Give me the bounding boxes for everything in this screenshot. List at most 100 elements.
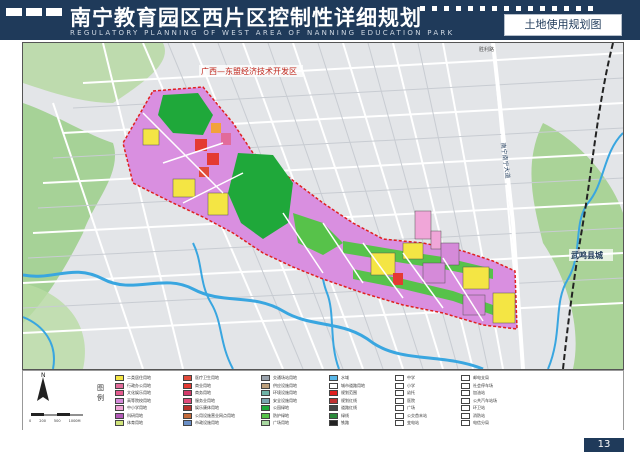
residential-7 xyxy=(142,128,160,146)
page-subtitle: REGULATORY PLANNING OF WEST AREA OF NANN… xyxy=(70,29,455,37)
legend-label: 防护绿地 xyxy=(273,412,289,418)
legend-label: 商业用地 xyxy=(195,382,211,388)
header-bar: 南宁教育园区西片区控制性详细规划 REGULATORY PLANNING OF … xyxy=(0,0,640,40)
medical-1 xyxy=(199,167,209,177)
legend-swatch xyxy=(461,420,470,426)
corner-road-label: 胜利路 xyxy=(479,46,494,53)
legend-item: 中学 xyxy=(395,375,415,381)
legend-item: 文化娱乐用地 xyxy=(115,390,151,396)
header-dots xyxy=(420,6,593,11)
legend-label: 变电站 xyxy=(407,420,419,425)
legend-item: 环境设施用地 xyxy=(261,390,297,396)
college-block-3 xyxy=(462,294,486,316)
residential-5 xyxy=(462,266,490,290)
map-frame: 广西—东盟经济技术开发区 武鸣县城 南宁南宁大道 胜利路 xyxy=(22,42,624,370)
legend-label: 加油站 xyxy=(473,390,485,395)
residential-6 xyxy=(492,292,516,324)
legend-label: 规划范围 xyxy=(341,390,357,395)
legend-label: 娱乐康体用地 xyxy=(195,405,219,410)
legend-label: 安全设施用地 xyxy=(273,397,297,403)
legend-swatch xyxy=(461,390,470,396)
legend-label: 环境设施用地 xyxy=(273,390,297,395)
legend-item: 社会停车场 xyxy=(461,382,493,389)
legend-item: 电信分局 xyxy=(461,420,489,426)
legend-swatch xyxy=(329,397,338,404)
legend-swatch xyxy=(395,375,404,381)
legend-label: 公共汽车站场 xyxy=(473,397,497,403)
legend-label: 绿线 xyxy=(341,412,349,418)
legend-swatch xyxy=(261,390,270,396)
commercial-2 xyxy=(207,153,219,165)
legend-swatch xyxy=(183,375,192,381)
legend-item: 安全设施用地 xyxy=(261,397,297,404)
legend-item: 邮电支局 xyxy=(461,375,489,381)
college-block-1 xyxy=(440,242,460,266)
legend-label: 二类居住用地 xyxy=(127,375,151,380)
legend-item: 医院 xyxy=(395,397,415,404)
legend-label: 小学 xyxy=(407,382,415,388)
legend-item: 道路红线 xyxy=(329,405,357,411)
legend-swatch xyxy=(461,375,470,381)
legend-label: 公用设施营业网点用地 xyxy=(195,412,235,418)
legend-swatch xyxy=(395,420,404,426)
legend-swatch xyxy=(115,405,124,411)
header-decoration xyxy=(6,8,62,16)
legend-swatch xyxy=(329,420,338,426)
legend-item: 环卫站 xyxy=(461,405,485,411)
legend-label: 供应设施用地 xyxy=(273,382,297,388)
wuming-label: 武鸣县城 xyxy=(571,250,603,260)
legend-item: 商业用地 xyxy=(183,382,211,389)
legend-label: 消防站 xyxy=(473,412,485,418)
legend-item: 娱乐康体用地 xyxy=(183,405,219,411)
legend-swatch xyxy=(115,412,124,419)
legend-swatch xyxy=(395,390,404,396)
legend-label: 文化娱乐用地 xyxy=(127,390,151,395)
legend-swatch xyxy=(329,405,338,411)
legend-label: 环卫站 xyxy=(473,405,485,410)
legend-swatch xyxy=(183,412,192,419)
legend-item: 绿线 xyxy=(329,412,349,419)
legend-label: 广场用地 xyxy=(273,420,289,425)
legend-panel: N 0 200 500 1000M 图例 二类居住用地 行政办公用地 文化娱乐用地 高等院校… xyxy=(22,370,624,432)
legend-item: 医疗卫生用地 xyxy=(183,375,219,381)
legend-item: 小学 xyxy=(395,382,415,389)
legend-label: 公交首末站 xyxy=(407,412,427,418)
legend-item: 变电站 xyxy=(395,420,419,426)
legend-swatch xyxy=(183,405,192,411)
residential-1 xyxy=(207,192,229,216)
legend-label: 市政设施用地 xyxy=(195,420,219,425)
land-use-map: 广西—东盟经济技术开发区 武鸣县城 南宁南宁大道 胜利路 xyxy=(23,43,623,369)
legend-swatch xyxy=(115,397,124,404)
legend-item: 水域 xyxy=(329,375,349,381)
legend-label: 服务业用地 xyxy=(195,397,215,403)
legend-item: 行政办公用地 xyxy=(115,382,151,389)
legend-item: 供应设施用地 xyxy=(261,382,297,389)
svg-text:N: N xyxy=(41,372,46,379)
legend-label: 高等院校用地 xyxy=(127,397,151,403)
legend-item: 体育用地 xyxy=(115,420,143,426)
legend-label: 道路红线 xyxy=(341,405,357,410)
legend-swatch xyxy=(461,382,470,389)
legend-item: 城市道路用地 xyxy=(329,382,365,389)
legend-label: 医疗卫生用地 xyxy=(195,375,219,380)
legend-item: 幼托 xyxy=(395,390,415,396)
legend-swatch xyxy=(261,412,270,419)
legend-swatch xyxy=(115,420,124,426)
school-block-1 xyxy=(414,210,432,240)
legend-swatch xyxy=(461,412,470,419)
legend-title: 图例 xyxy=(97,384,104,402)
legend-label: 体育用地 xyxy=(127,420,143,425)
legend-label: 社会停车场 xyxy=(473,382,493,388)
legend-item: 市政设施用地 xyxy=(183,420,219,426)
legend-swatch xyxy=(183,390,192,396)
legend-item: 高等院校用地 xyxy=(115,397,151,404)
legend-label: 中小学用地 xyxy=(127,405,147,410)
legend-item: 科研用地 xyxy=(115,412,143,419)
legend-swatch xyxy=(395,405,404,411)
legend-label: 公园绿地 xyxy=(273,405,289,410)
legend-item: 消防站 xyxy=(461,412,485,419)
legend-swatch xyxy=(461,405,470,411)
legend-item: 商务用地 xyxy=(183,390,211,396)
legend-swatch xyxy=(461,397,470,404)
college-block-2 xyxy=(422,262,446,284)
